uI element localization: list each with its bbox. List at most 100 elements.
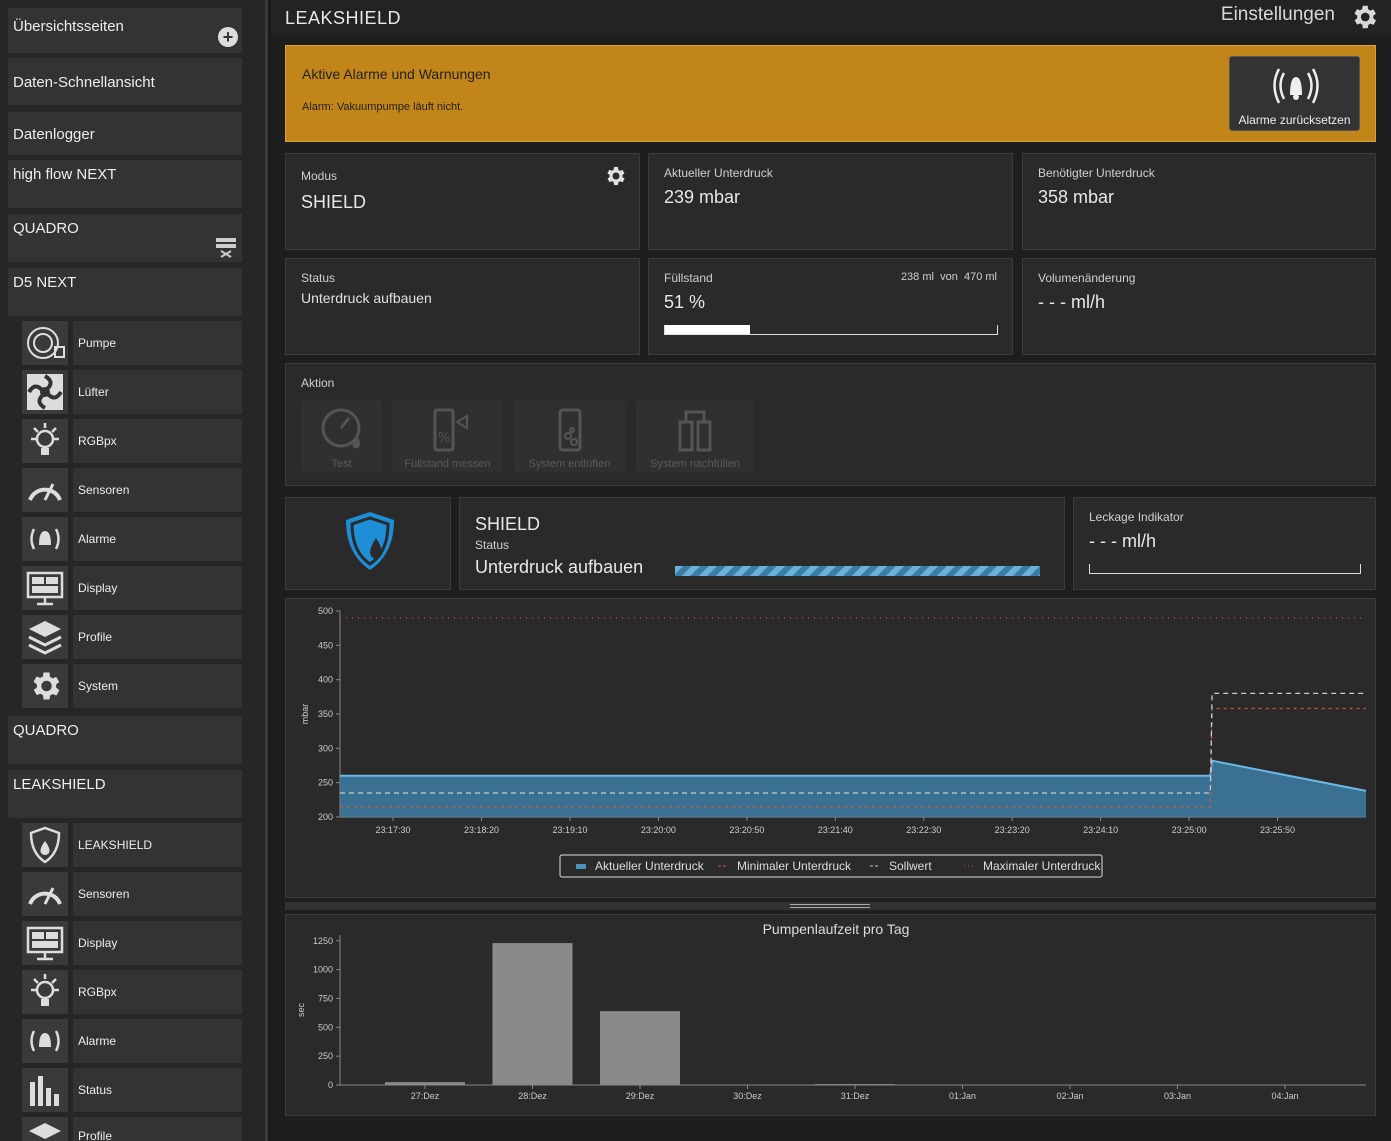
fill-von: von xyxy=(940,271,958,283)
sidebar-item-ls-status[interactable]: Status xyxy=(22,1068,242,1112)
x-tick-label: 01:Jan xyxy=(949,1091,976,1101)
refill-system-label: System nachfüllen xyxy=(650,458,740,470)
nav-label: D5 NEXT xyxy=(13,274,77,291)
status-label: Status xyxy=(301,271,336,285)
legend-entry: Aktueller Unterdruck xyxy=(595,859,705,873)
shield-progress-bar xyxy=(675,566,1040,576)
x-tick-label: 23:20:50 xyxy=(729,825,764,835)
reset-alarms-button[interactable]: Alarme zurücksetzen xyxy=(1229,56,1360,131)
sidebar-item-system[interactable]: System xyxy=(22,664,242,708)
network-icon xyxy=(216,238,236,258)
refill-system-button[interactable]: System nachfüllen xyxy=(636,400,754,472)
y-tick-label: 200 xyxy=(318,812,333,822)
sidebar-item-alarme[interactable]: Alarme xyxy=(22,517,242,561)
x-tick-label: 23:23:20 xyxy=(995,825,1030,835)
y-tick-label: 400 xyxy=(318,675,333,685)
bar xyxy=(600,1011,680,1085)
x-tick-label: 27:Dez xyxy=(411,1091,440,1101)
legend-swatch xyxy=(576,864,586,869)
bar xyxy=(492,943,573,1085)
nav-quadro-2[interactable]: QUADRO xyxy=(8,716,242,764)
vacuum-chart-panel: 500 450 400 350 300 250 200 23:17:30 23:18:20 23:… xyxy=(285,598,1376,898)
layers-icon xyxy=(22,615,68,659)
required-vacuum-label: Benötigter Unterdruck xyxy=(1038,166,1155,180)
bar xyxy=(385,1082,465,1085)
sidebar-item-luefter[interactable]: Lüfter xyxy=(22,370,242,414)
sidebar-item-sensoren[interactable]: Sensoren xyxy=(22,468,242,512)
page-title: LEAKSHIELD xyxy=(285,8,402,28)
nav-label: Daten-Schnellansicht xyxy=(13,74,155,91)
status-value: Unterdruck aufbauen xyxy=(301,290,432,306)
pump-runtime-chart-panel: Pumpenlaufzeit pro Tag 1250 1000 750 500 250 0… xyxy=(285,914,1376,1116)
gauge-icon xyxy=(22,872,68,916)
x-tick-label: 28:Dez xyxy=(518,1091,547,1101)
action-panel: Aktion Test % Füllstand messen System ent… xyxy=(285,363,1376,486)
gauge-drop-icon xyxy=(301,406,382,452)
nav-label: high flow NEXT xyxy=(13,166,117,183)
nav-quadro[interactable]: QUADRO xyxy=(8,214,242,262)
x-tick-label: 04:Jan xyxy=(1271,1091,1298,1101)
sidebar-item-display[interactable]: Display xyxy=(22,566,242,610)
nav-label: Übersichtsseiten xyxy=(13,18,124,35)
vent-system-button[interactable]: System entlüften xyxy=(514,400,625,472)
y-tick-label: 500 xyxy=(318,606,333,616)
current-vacuum-card: Aktueller Unterdruck 239 mbar xyxy=(648,153,1013,250)
sidebar-item-profile[interactable]: Profile xyxy=(22,615,242,659)
sidebar-item-rgbpx[interactable]: RGBpx xyxy=(22,419,242,463)
sidebar-item-label: Sensoren xyxy=(73,468,242,512)
nav-datalogger[interactable]: Datenlogger xyxy=(8,112,242,155)
nav-d5-next[interactable]: D5 NEXT xyxy=(8,268,242,316)
shield-status-value: Unterdruck aufbauen xyxy=(475,557,644,577)
sidebar-item-ls-display[interactable]: Display xyxy=(22,921,242,965)
leak-indicator-value: - - - ml/h xyxy=(1089,531,1156,551)
x-tick-label: 23:17:30 xyxy=(376,825,411,835)
sidebar-item-leakshield[interactable]: LEAKSHIELD xyxy=(22,823,242,867)
y-tick-label: 250 xyxy=(318,1051,333,1061)
shield-status-panel: SHIELD Status Unterdruck aufbauen xyxy=(459,497,1065,590)
y-tick-label: 450 xyxy=(318,640,333,650)
y-tick-label: 350 xyxy=(318,709,333,719)
sidebar-item-label: System xyxy=(73,664,242,708)
gear-icon xyxy=(22,664,68,708)
fill-level-value: 51 % xyxy=(664,292,706,312)
sidebar-item-label: Alarme xyxy=(73,1019,242,1063)
measure-fill-button[interactable]: % Füllstand messen xyxy=(392,400,503,472)
nav-overview-pages[interactable]: Übersichtsseiten + xyxy=(8,8,242,53)
required-vacuum-value: 358 mbar xyxy=(1038,187,1115,207)
splitter-handle[interactable] xyxy=(285,902,1376,910)
nav-label: LEAKSHIELD xyxy=(13,776,106,793)
sidebar-item-label: Status xyxy=(73,1068,242,1112)
x-tick-label: 29:Dez xyxy=(626,1091,655,1101)
fill-level-label: Füllstand xyxy=(664,271,713,285)
required-vacuum-card: Benötigter Unterdruck 358 mbar xyxy=(1022,153,1376,250)
sidebar-item-label: Pumpe xyxy=(73,321,242,365)
sidebar-item-label: Profile xyxy=(73,1117,242,1141)
nav-label: Datenlogger xyxy=(13,126,95,143)
bar-chart-icon xyxy=(22,1068,68,1112)
sidebar-item-ls-alarme[interactable]: Alarme xyxy=(22,1019,242,1063)
sidebar-item-pumpe[interactable]: Pumpe xyxy=(22,321,242,365)
settings-link[interactable]: Einstellungen xyxy=(1221,4,1335,26)
display-icon xyxy=(22,566,68,610)
nav-leakshield[interactable]: LEAKSHIELD xyxy=(8,770,242,818)
nav-high-flow-next[interactable]: high flow NEXT xyxy=(8,160,242,208)
nav-label: QUADRO xyxy=(13,220,79,237)
leak-indicator-panel: Leckage Indikator - - - ml/h xyxy=(1073,497,1376,590)
legend-entry: Minimaler Unterdruck xyxy=(737,859,852,873)
main-content: LEAKSHIELD Einstellungen Aktive Alarme u… xyxy=(271,0,1391,1141)
sidebar-item-ls-sensoren[interactable]: Sensoren xyxy=(22,872,242,916)
y-tick-label: 750 xyxy=(318,993,333,1003)
sidebar-item-label: Display xyxy=(73,921,242,965)
nav-quick-view[interactable]: Daten-Schnellansicht xyxy=(8,58,242,105)
sidebar-item-label: LEAKSHIELD xyxy=(73,823,242,867)
y-tick-label: 1250 xyxy=(313,936,333,946)
add-icon[interactable]: + xyxy=(218,27,238,47)
test-button[interactable]: Test xyxy=(301,400,382,472)
mode-settings-gear-icon[interactable] xyxy=(603,164,627,188)
sidebar-item-ls-profile[interactable]: Profile xyxy=(22,1117,242,1141)
x-tick-label: 23:18:20 xyxy=(464,825,499,835)
shield-logo-panel xyxy=(285,497,451,590)
settings-gear-icon[interactable] xyxy=(1349,2,1379,32)
sidebar-item-ls-rgbpx[interactable]: RGBpx xyxy=(22,970,242,1014)
shield-title: SHIELD xyxy=(475,514,541,534)
